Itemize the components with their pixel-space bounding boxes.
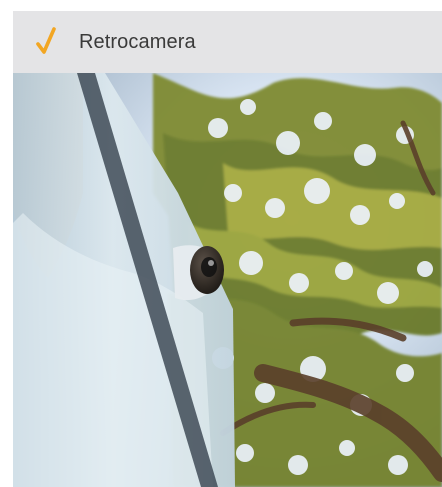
card-header: Retrocamera (13, 11, 442, 73)
feature-photo (13, 73, 442, 487)
feature-title: Retrocamera (79, 31, 196, 53)
feature-card: Retrocamera (13, 11, 442, 487)
checkmark-icon (36, 27, 56, 54)
